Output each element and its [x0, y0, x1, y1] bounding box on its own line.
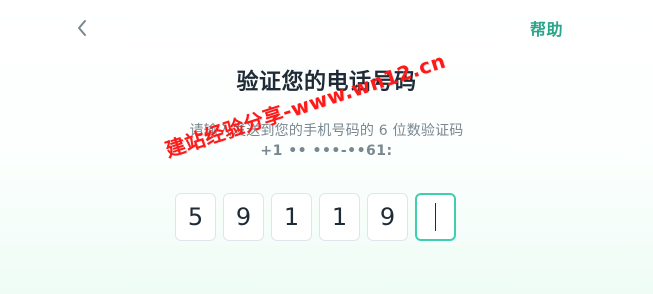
back-button[interactable]	[70, 14, 94, 42]
code-digit-6[interactable]	[415, 193, 456, 241]
masked-phone-number: +1 •• •••-••61:	[260, 143, 393, 159]
help-link[interactable]: 帮助	[530, 16, 563, 40]
code-digit-3[interactable]: 1	[271, 193, 312, 241]
code-digit-1[interactable]: 5	[175, 193, 216, 241]
page-title: 验证您的电话号码	[236, 70, 417, 95]
chevron-left-icon	[76, 19, 88, 37]
verification-code-input[interactable]: 5 9 1 1 9	[175, 193, 456, 241]
code-digit-4[interactable]: 1	[319, 193, 360, 241]
code-digit-2[interactable]: 9	[223, 193, 264, 241]
text-caret	[435, 203, 436, 231]
instruction-text: 请输入发送到您的手机号码的 6 位数验证码	[189, 123, 464, 139]
code-digit-5[interactable]: 9	[367, 193, 408, 241]
